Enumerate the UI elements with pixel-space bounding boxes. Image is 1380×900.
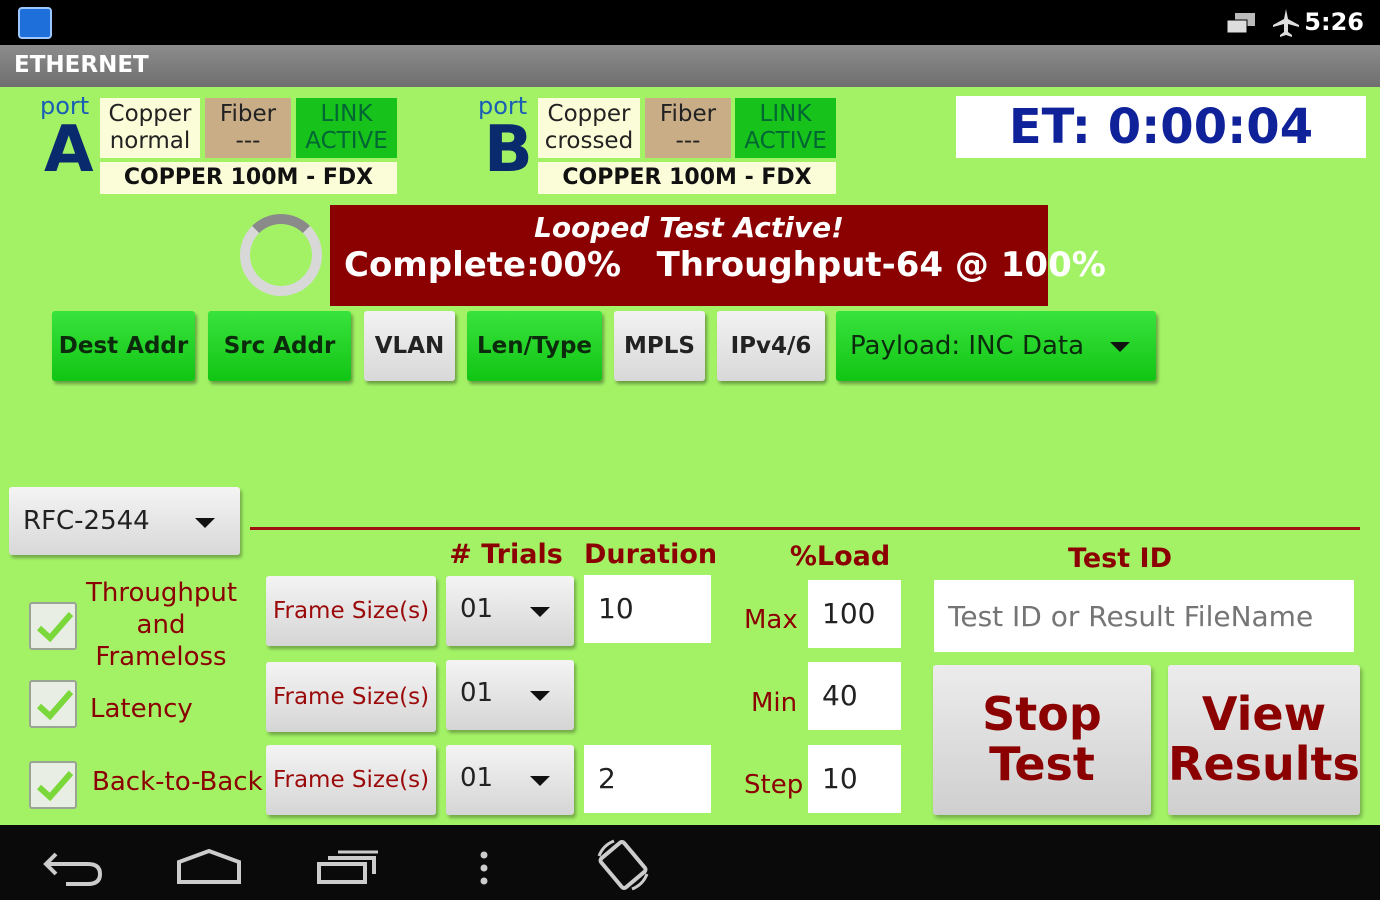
latency-label: Latency (90, 694, 193, 724)
throughput-label-line1: Throughput (86, 578, 238, 608)
home-icon[interactable] (176, 848, 242, 884)
throughput-label-line2: and (136, 610, 186, 640)
title-bar (0, 45, 1380, 87)
port-a-copper-line1: Copper (108, 101, 192, 127)
port-b-fiber-status: Fiber --- (645, 98, 731, 158)
throughput-label-line3: Frameloss (95, 642, 227, 672)
load-step-label: Step (744, 770, 804, 800)
section-divider (250, 527, 1360, 530)
chevron-down-icon (530, 776, 550, 786)
view-results-line2: Results (1168, 737, 1360, 791)
throughput-trials-dropdown[interactable]: 01 (446, 576, 574, 646)
back-to-back-trials-value: 01 (460, 763, 494, 793)
app-icon (18, 7, 52, 39)
chevron-down-icon (1110, 342, 1130, 352)
port-b-fiber-line1: Fiber (659, 101, 717, 127)
back-to-back-trials-dropdown[interactable]: 01 (446, 745, 574, 815)
ipv46-button[interactable]: IPv4/6 (717, 311, 825, 381)
port-a-speed: COPPER 100M - FDX (100, 162, 397, 194)
test-id-input[interactable] (934, 580, 1354, 652)
test-id-header: Test ID (1068, 543, 1172, 574)
port-b-link-status: LINK ACTIVE (735, 98, 836, 158)
load-min-input[interactable]: 40 (808, 662, 901, 730)
recent-apps-icon[interactable] (316, 850, 380, 884)
throughput-checkbox[interactable] (29, 602, 77, 650)
back-to-back-duration-input[interactable]: 2 (584, 745, 711, 813)
port-a-letter: A (44, 113, 94, 187)
checkmark-icon (36, 690, 74, 721)
elapsed-time: ET: 0:00:04 (956, 96, 1366, 158)
mpls-button[interactable]: MPLS (614, 311, 705, 381)
port-a-fiber-status: Fiber --- (205, 98, 291, 158)
latency-trials-dropdown[interactable]: 01 (446, 660, 574, 730)
back-to-back-label: Back-to-Back (92, 767, 263, 797)
len-type-button[interactable]: Len/Type (467, 311, 602, 381)
load-max-label: Max (744, 605, 798, 635)
dest-addr-button[interactable]: Dest Addr (52, 311, 195, 381)
rotate-icon[interactable] (594, 836, 652, 894)
checkmark-icon (36, 771, 74, 802)
port-a-copper-line2: normal (109, 128, 191, 154)
port-b-copper-line2: crossed (544, 128, 634, 154)
port-b-copper-status: Copper crossed (538, 98, 640, 158)
duration-header: Duration (584, 539, 718, 570)
view-results-line1: View (1201, 687, 1327, 741)
throughput-label: Throughput and Frameloss (86, 577, 238, 673)
stop-test-button[interactable]: Stop Test (933, 665, 1151, 815)
port-a-link-status: LINK ACTIVE (296, 98, 397, 158)
status-bar (0, 0, 1380, 45)
trials-header: # Trials (449, 539, 563, 570)
port-b-letter: B (484, 113, 533, 187)
latency-trials-value: 01 (460, 678, 494, 708)
load-step-input[interactable]: 10 (808, 745, 901, 813)
test-status-banner: Looped Test Active! Complete:00% Through… (330, 205, 1106, 306)
view-results-button[interactable]: View Results (1168, 665, 1360, 815)
throughput-frame-size-button[interactable]: Frame Size(s) (266, 576, 436, 646)
port-a-fiber-line2: --- (235, 128, 261, 154)
chevron-down-icon (195, 518, 215, 528)
vlan-button[interactable]: VLAN (364, 311, 455, 381)
airplane-mode-icon (1273, 9, 1299, 37)
stop-test-line2: Test (989, 737, 1095, 791)
app-title: ETHERNET (14, 52, 149, 78)
stop-test-line1: Stop (982, 687, 1102, 741)
port-b-link-line2: ACTIVE (744, 128, 827, 154)
latency-frame-size-button[interactable]: Frame Size(s) (266, 662, 436, 732)
throughput-trials-value: 01 (460, 594, 494, 624)
port-b-link-line1: LINK (759, 101, 812, 127)
load-header: %Load (789, 541, 891, 572)
test-type-dropdown[interactable]: RFC-2544 (9, 487, 240, 555)
back-icon[interactable] (42, 848, 104, 888)
payload-dropdown[interactable]: Payload: INC Data (836, 311, 1156, 381)
banner-title: Looped Test Active! (534, 211, 844, 244)
progress-spinner (240, 214, 322, 296)
chevron-down-icon (530, 607, 550, 617)
window-icon (1226, 13, 1255, 34)
banner-progress: Complete:00% Throughput-64 @ 100% (344, 245, 1106, 285)
port-a-link-line1: LINK (320, 101, 373, 127)
port-b-copper-line1: Copper (547, 101, 631, 127)
payload-value: Payload: INC Data (850, 331, 1085, 361)
port-b-speed: COPPER 100M - FDX (538, 162, 836, 194)
src-addr-button[interactable]: Src Addr (208, 311, 351, 381)
status-time: 5:26 (1304, 8, 1364, 36)
port-a-link-line2: ACTIVE (305, 128, 388, 154)
test-type-value: RFC-2544 (23, 506, 150, 536)
port-a-fiber-line1: Fiber (219, 101, 277, 127)
back-to-back-checkbox[interactable] (29, 761, 77, 809)
chevron-down-icon (530, 691, 550, 701)
port-a-copper-status: Copper normal (100, 98, 200, 158)
latency-checkbox[interactable] (29, 680, 77, 728)
load-min-label: Min (751, 688, 798, 718)
port-b-fiber-line2: --- (675, 128, 701, 154)
checkmark-icon (36, 612, 74, 643)
menu-icon[interactable] (478, 850, 490, 886)
throughput-duration-input[interactable]: 10 (584, 575, 711, 643)
back-to-back-frame-size-button[interactable]: Frame Size(s) (266, 745, 436, 815)
load-max-input[interactable]: 100 (808, 580, 901, 648)
